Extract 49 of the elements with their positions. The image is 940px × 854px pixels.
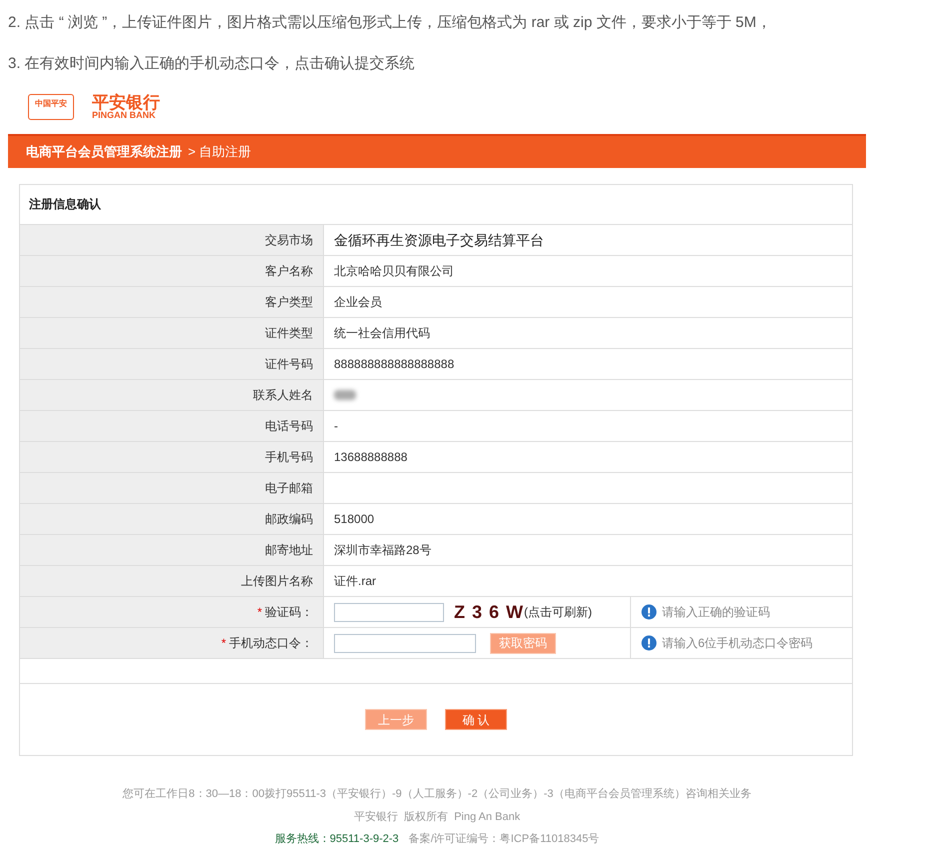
hint-text: 请输入正确的验证码: [662, 604, 770, 621]
field-label: 邮政编码: [265, 511, 313, 528]
field-value: 13688888888: [334, 449, 408, 466]
form-title: 注册信息确认: [29, 197, 101, 211]
info-icon: [641, 635, 657, 651]
field-label: 上传图片名称: [241, 573, 313, 590]
field-value: -: [334, 418, 338, 435]
copyright-text: 平安银行 版权所有 Ping An Bank: [354, 810, 520, 824]
required-mark: *: [221, 635, 226, 652]
field-label: 证件类型: [265, 325, 313, 342]
back-button[interactable]: 上一步: [365, 709, 427, 730]
system-title: 电商平台会员管理系统注册: [26, 143, 182, 162]
field-value: 北京哈哈贝贝有限公司: [334, 263, 454, 280]
field-label: 邮寄地址: [265, 542, 313, 559]
sms-code-field[interactable]: [334, 634, 476, 652]
field-value: 统一社会信用代码: [334, 325, 430, 342]
field-label: 电子邮箱: [265, 480, 313, 497]
field-label: 交易市场: [265, 232, 313, 249]
breadcrumb-current: > 自助注册: [188, 143, 252, 162]
instruction-text: 3. 在有效时间内输入正确的手机动态口令，点击确认提交系统: [8, 54, 416, 74]
field-value: 金循环再生资源电子交易结算平台: [334, 230, 544, 250]
logo-badge: 中国平安: [28, 94, 74, 120]
bank-name-english: PINGAN BANK: [92, 111, 156, 120]
get-code-button[interactable]: 获取密码: [490, 632, 556, 654]
field-label: 手机动态口令：: [229, 635, 313, 652]
field-label: 客户名称: [265, 263, 313, 280]
confirm-button[interactable]: 确 认: [445, 709, 507, 730]
footer-text: 您可在工作日8：30—18：00拨打95511-3（平安银行）-9（人工服务）-2（公司业务）-3（电商平台会员管理系统）咨询相关业务: [122, 786, 752, 802]
field-label: 联系人姓名: [253, 387, 313, 404]
instruction-text: 2. 点击 “ 浏览 ”，上传证件图片，图片格式需以压缩包形式上传，压缩包格式为 rar 或 zip 文件，要求小于等于 5M，: [8, 13, 772, 33]
field-value: 518000: [334, 511, 374, 528]
field-label: 电话号码: [265, 418, 313, 435]
captcha-field[interactable]: [334, 602, 444, 622]
icp-text: 备案/许可证编号：粤ICP备11018345号: [408, 832, 600, 847]
hotline-text: 服务热线：95511-3-9-2-3: [274, 832, 399, 847]
required-mark: *: [257, 604, 262, 621]
hint-text: 请输入6位手机动态口令密码: [662, 635, 813, 652]
field-label: 证件号码: [265, 356, 313, 373]
field-value: 企业会员: [334, 294, 382, 311]
field-value: 证件.rar: [334, 573, 376, 590]
info-icon: [641, 604, 657, 620]
field-label: 客户类型: [265, 294, 313, 311]
field-value: 888888888888888888: [334, 356, 454, 373]
refresh-link[interactable]: (点击可刷新): [524, 603, 592, 621]
field-label: 手机号码: [265, 449, 313, 466]
field-value: 深圳市幸福路28号: [334, 542, 432, 559]
field-label: 验证码：: [265, 604, 313, 621]
blurred-name: [334, 390, 356, 400]
bank-name: 平安银行: [92, 94, 160, 111]
